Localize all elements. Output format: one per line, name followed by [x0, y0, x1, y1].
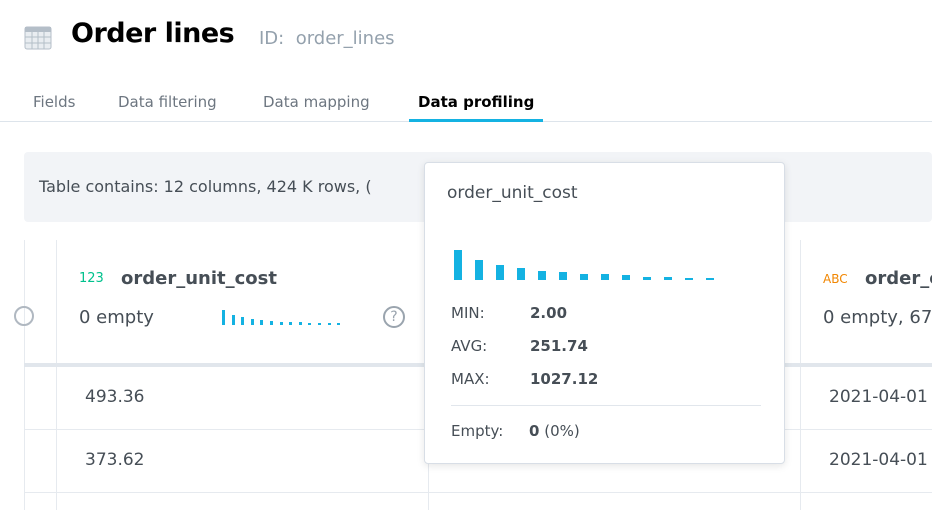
text-type-icon: ABC [823, 272, 848, 286]
table-cell: 2021-04-01 [829, 387, 928, 407]
histogram-bar [270, 321, 273, 325]
page-title: Order lines [71, 18, 235, 49]
divider [24, 492, 932, 493]
tooltip-title: order_unit_cost [447, 183, 578, 203]
dataset-id: ID: order_lines [259, 28, 395, 49]
avg-label: AVG: [451, 337, 488, 355]
id-label: ID: [259, 28, 285, 49]
tab-data-profiling[interactable]: Data profiling [418, 93, 534, 111]
histogram-bar [685, 278, 693, 280]
tab-fields[interactable]: Fields [33, 93, 75, 111]
histogram-bar [327, 323, 331, 325]
table-cell: 2021-04-01 [829, 450, 928, 470]
empty-percent: (0%) [544, 422, 580, 440]
divider [800, 240, 801, 510]
histogram-bar [475, 260, 483, 280]
histogram-bar [250, 319, 254, 325]
tab-data-filtering[interactable]: Data filtering [118, 93, 217, 111]
info-text: Table contains: 12 columns, 424 K rows, … [39, 177, 372, 196]
histogram-bar [559, 272, 567, 280]
avg-value: 251.74 [530, 337, 588, 355]
column-summary: 0 empty [79, 307, 154, 328]
histogram-bar [222, 310, 225, 325]
min-label: MIN: [451, 304, 485, 322]
histogram-bar [496, 265, 504, 280]
histogram-bar [279, 322, 283, 325]
histogram-bar [622, 275, 630, 280]
histogram-bar [318, 323, 321, 325]
min-value: 2.00 [530, 304, 568, 322]
table-icon [24, 26, 52, 50]
tooltip-divider [451, 405, 761, 406]
divider [56, 240, 57, 510]
histogram-bar [337, 323, 341, 325]
histogram-bar [538, 271, 546, 280]
tab-data-mapping[interactable]: Data mapping [263, 93, 370, 111]
help-icon[interactable] [14, 306, 34, 326]
id-value: order_lines [295, 28, 395, 49]
active-tab-indicator [409, 119, 543, 122]
histogram-bar [241, 317, 245, 325]
divider [24, 240, 25, 510]
column-name: order_c [865, 268, 932, 289]
histogram-bar [298, 322, 302, 325]
histogram-bar [260, 320, 264, 325]
empty-label: Empty: [451, 422, 504, 440]
numeric-type-icon: 123 [79, 271, 104, 286]
histogram-bar [231, 315, 235, 325]
histogram-bar [643, 277, 651, 280]
histogram-bar [517, 268, 525, 280]
histogram-bar [601, 274, 609, 280]
empty-count: 0 [529, 422, 540, 440]
max-value: 1027.12 [530, 370, 599, 388]
histogram-bar [580, 274, 588, 280]
histogram-bar [706, 278, 714, 280]
histogram-bar [664, 277, 672, 280]
column-summary: 0 empty, 67 [823, 307, 932, 328]
help-icon[interactable]: ? [383, 306, 405, 328]
histogram-bar [289, 322, 293, 325]
column-profile-tooltip: order_unit_cost MIN: 2.00 AVG: 251.74 MA… [424, 162, 785, 464]
histogram-bar [308, 323, 312, 325]
max-label: MAX: [451, 370, 490, 388]
table-cell: 373.62 [85, 450, 145, 470]
column-name: order_unit_cost [121, 268, 277, 289]
histogram-bar [454, 250, 462, 280]
table-cell: 493.36 [85, 387, 145, 407]
